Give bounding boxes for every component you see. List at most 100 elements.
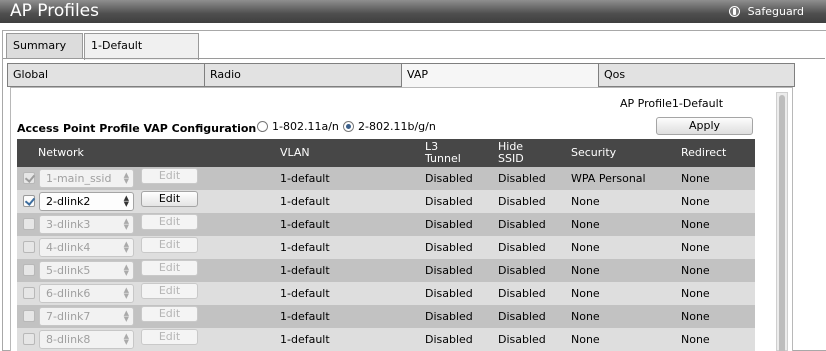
vlan-cell: 1-default: [280, 195, 330, 208]
tab-divider: [3, 58, 825, 59]
network-select-value: 7-dlink7: [46, 310, 91, 323]
table-row: 5-dlink5 ▲ ▼ Edit 1-default Disabled Disabled N…: [17, 259, 755, 282]
col-redirect: Redirect: [681, 146, 727, 159]
spinner-arrows-icon: ▲ ▼: [123, 332, 129, 346]
hide-ssid-cell: Disabled: [498, 172, 546, 185]
network-select[interactable]: 7-dlink7 ▲ ▼: [39, 307, 134, 326]
l3-tunnel-cell: Disabled: [425, 264, 473, 277]
redirect-cell: None: [681, 172, 710, 185]
row-checkbox[interactable]: [23, 287, 35, 299]
security-cell: None: [571, 241, 600, 254]
l3-tunnel-cell: Disabled: [425, 333, 473, 346]
vlan-cell: 1-default: [280, 310, 330, 323]
edit-button[interactable]: Edit: [141, 260, 198, 276]
hide-ssid-cell: Disabled: [498, 218, 546, 231]
safeguard-icon: [728, 6, 740, 17]
safeguard-label: Safeguard: [747, 5, 804, 18]
security-cell: WPA Personal: [571, 172, 646, 185]
row-checkbox[interactable]: [23, 218, 35, 230]
radio-label: 2-802.11b/g/n: [358, 120, 436, 133]
radio-option-a-n[interactable]: 1-802.11a/n: [257, 120, 339, 133]
redirect-cell: None: [681, 241, 710, 254]
col-vlan: VLAN: [280, 146, 310, 159]
network-select[interactable]: 5-dlink5 ▲ ▼: [39, 261, 134, 280]
l3-tunnel-cell: Disabled: [425, 310, 473, 323]
security-cell: None: [571, 264, 600, 277]
row-checkbox[interactable]: [23, 333, 35, 345]
tab-vap[interactable]: VAP: [401, 63, 599, 89]
row-checkbox[interactable]: [23, 241, 35, 253]
edit-button[interactable]: Edit: [141, 306, 198, 322]
l3-tunnel-cell: Disabled: [425, 172, 473, 185]
vlan-cell: 1-default: [280, 241, 330, 254]
radio-option-b-g-n[interactable]: 2-802.11b/g/n: [343, 120, 436, 133]
redirect-cell: None: [681, 218, 710, 231]
hide-ssid-cell: Disabled: [498, 287, 546, 300]
hide-ssid-cell: Disabled: [498, 264, 546, 277]
tab-radio[interactable]: Radio: [204, 63, 402, 87]
col-network: Network: [38, 146, 84, 159]
network-select[interactable]: 3-dlink3 ▲ ▼: [39, 215, 134, 234]
edit-button[interactable]: Edit: [141, 191, 198, 207]
vertical-scrollbar[interactable]: [776, 92, 788, 351]
security-cell: None: [571, 310, 600, 323]
profile-label: AP Profile1-Default: [620, 97, 724, 110]
edit-button[interactable]: Edit: [141, 214, 198, 230]
table-row: 8-dlink8 ▲ ▼ Edit 1-default Disabled Disabled N…: [17, 328, 755, 351]
l3-tunnel-cell: Disabled: [425, 287, 473, 300]
edit-button[interactable]: Edit: [141, 329, 198, 345]
table-row: 4-dlink4 ▲ ▼ Edit 1-default Disabled Disabled N…: [17, 236, 755, 259]
table-row: 3-dlink3 ▲ ▼ Edit 1-default Disabled Disabled N…: [17, 213, 755, 236]
network-select-value: 4-dlink4: [46, 241, 91, 254]
row-checkbox[interactable]: [23, 195, 35, 207]
row-checkbox[interactable]: [23, 264, 35, 276]
spinner-arrows-icon: ▲ ▼: [123, 309, 129, 323]
col-hide-ssid: Hide SSID: [498, 140, 524, 165]
page-title: AP Profiles: [10, 1, 100, 21]
table-row: 1-main_ssid ▲ ▼ Edit 1-default Disabled Disabl…: [17, 167, 755, 190]
col-security: Security: [571, 146, 617, 159]
l3-tunnel-cell: Disabled: [425, 218, 473, 231]
edit-button[interactable]: Edit: [141, 168, 198, 184]
vlan-cell: 1-default: [280, 264, 330, 277]
apply-button[interactable]: Apply: [656, 117, 753, 135]
row-checkbox[interactable]: [23, 172, 35, 184]
edit-button[interactable]: Edit: [141, 283, 198, 299]
tab-summary[interactable]: Summary: [6, 33, 83, 59]
table-body: 1-main_ssid ▲ ▼ Edit 1-default Disabled Disabl…: [17, 167, 755, 351]
row-checkbox[interactable]: [23, 310, 35, 322]
hide-ssid-cell: Disabled: [498, 241, 546, 254]
security-cell: None: [571, 218, 600, 231]
tab-1-default[interactable]: 1-Default: [84, 33, 199, 60]
edit-button[interactable]: Edit: [141, 237, 198, 253]
safeguard-indicator[interactable]: Safeguard: [728, 4, 804, 19]
redirect-cell: None: [681, 310, 710, 323]
page-header: AP Profiles Safeguard: [0, 0, 826, 23]
l3-tunnel-cell: Disabled: [425, 195, 473, 208]
radio-selected-icon: [343, 121, 354, 132]
table-row: 2-dlink2 ▲ ▼ Edit 1-default Disabled Disabled N…: [17, 190, 755, 213]
hide-ssid-cell: Disabled: [498, 333, 546, 346]
spinner-arrows-icon: ▲ ▼: [123, 217, 129, 231]
network-select[interactable]: 1-main_ssid ▲ ▼: [39, 169, 134, 188]
radio-label: 1-802.11a/n: [272, 120, 339, 133]
network-select[interactable]: 8-dlink8 ▲ ▼: [39, 330, 134, 349]
network-select-value: 8-dlink8: [46, 333, 91, 346]
l3-tunnel-cell: Disabled: [425, 241, 473, 254]
security-cell: None: [571, 333, 600, 346]
table-row: 7-dlink7 ▲ ▼ Edit 1-default Disabled Disabled N…: [17, 305, 755, 328]
network-select-value: 2-dlink2: [46, 195, 91, 208]
tab-global[interactable]: Global: [7, 63, 205, 87]
spinner-arrows-icon: ▲ ▼: [123, 194, 129, 208]
tab-qos[interactable]: Qos: [598, 63, 795, 87]
security-cell: None: [571, 195, 600, 208]
network-select[interactable]: 6-dlink6 ▲ ▼: [39, 284, 134, 303]
hide-ssid-cell: Disabled: [498, 310, 546, 323]
col-l3-tunnel: L3 Tunnel: [425, 140, 461, 165]
network-select-value: 6-dlink6: [46, 287, 91, 300]
table-row: 6-dlink6 ▲ ▼ Edit 1-default Disabled Disabled N…: [17, 282, 755, 305]
network-select[interactable]: 2-dlink2 ▲ ▼: [39, 192, 134, 211]
network-select[interactable]: 4-dlink4 ▲ ▼: [39, 238, 134, 257]
spinner-arrows-icon: ▲ ▼: [123, 263, 129, 277]
scrollbar-thumb[interactable]: [779, 95, 785, 351]
